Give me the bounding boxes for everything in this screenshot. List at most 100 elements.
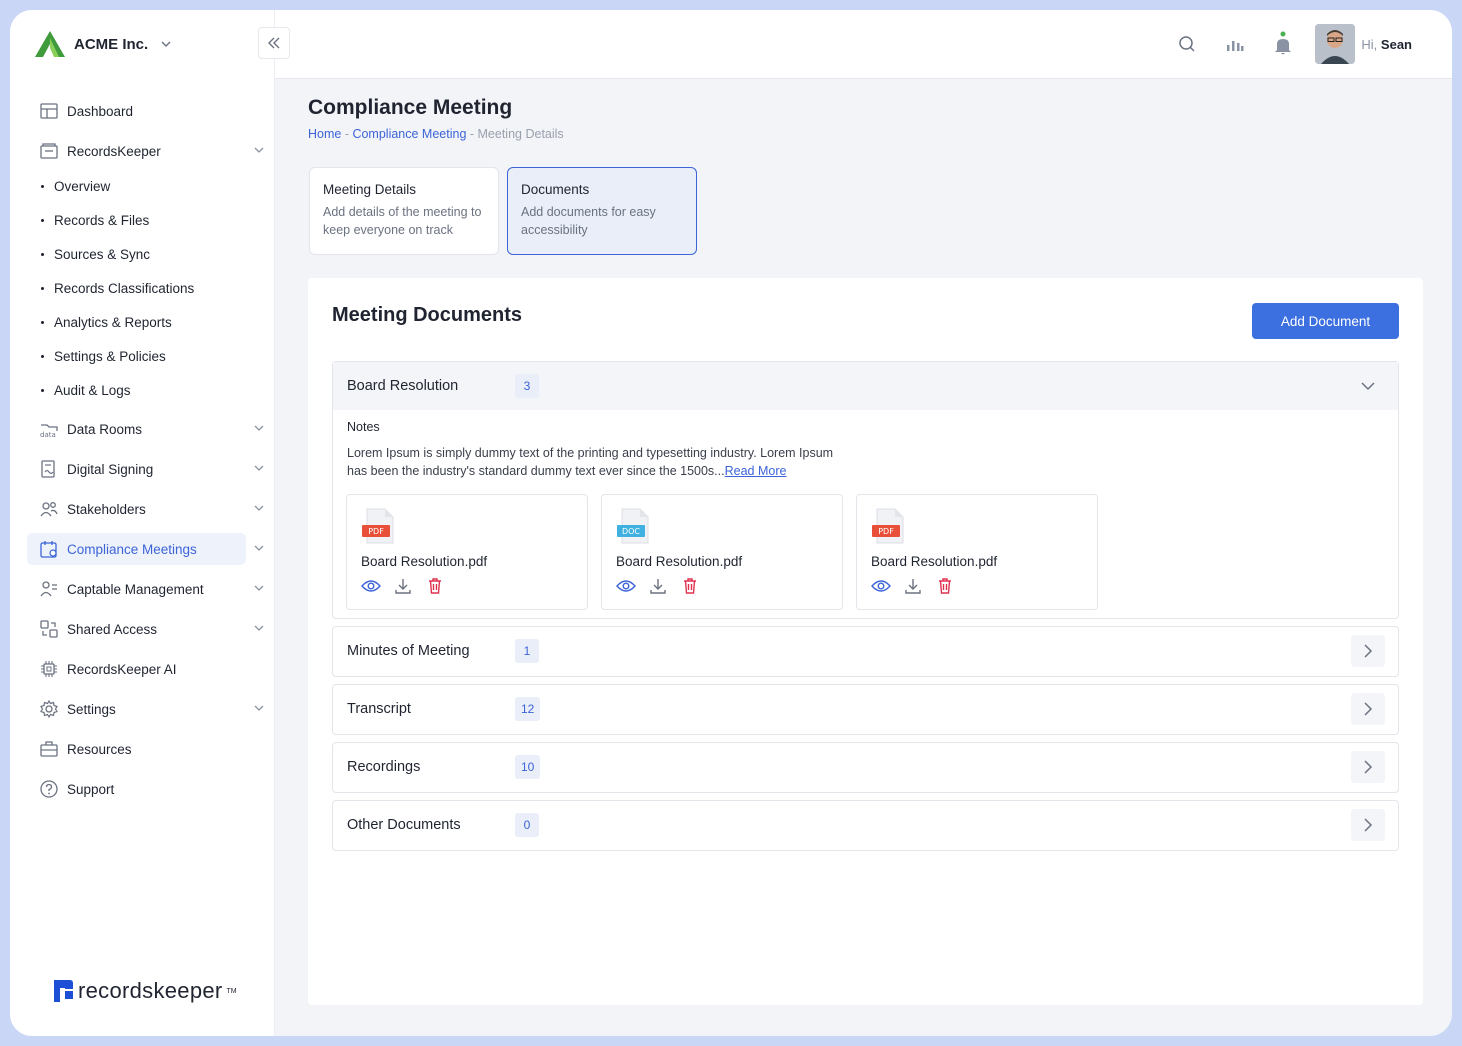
accordion-minutes-of-meeting: Minutes of Meeting 1	[332, 626, 1399, 677]
chevron-down-icon	[254, 425, 264, 431]
sidebar-item-data-rooms[interactable]: data Data Rooms	[27, 413, 264, 445]
step-documents[interactable]: Documents Add documents for easy accessi…	[507, 167, 697, 255]
read-more-link[interactable]: Read More	[725, 464, 787, 478]
search-button[interactable]	[1167, 24, 1207, 64]
eye-icon	[871, 580, 891, 592]
eye-icon	[361, 580, 381, 592]
breadcrumb-separator: -	[466, 127, 478, 141]
view-button[interactable]	[361, 577, 381, 595]
subnav-label: Records & Files	[54, 212, 150, 228]
file-card[interactable]: PDF Board Resolution.pdf	[346, 494, 588, 610]
view-button[interactable]	[871, 577, 891, 595]
file-type-label: PDF	[878, 527, 894, 536]
bullet	[41, 184, 44, 188]
accordion-header[interactable]: Board Resolution 3	[333, 362, 1398, 410]
users-icon	[39, 499, 59, 519]
sidebar-item-resources[interactable]: Resources	[27, 733, 263, 765]
file-card[interactable]: DOC Board Resolution.pdf	[601, 494, 843, 610]
sidebar-item-label: RecordsKeeper	[67, 143, 161, 159]
delete-button[interactable]	[680, 577, 700, 595]
org-switcher[interactable]: ACME Inc.	[34, 30, 172, 58]
expand-button[interactable]	[1351, 751, 1385, 783]
download-button[interactable]	[393, 577, 413, 595]
accordion-title: Board Resolution	[347, 378, 459, 394]
collapse-sidebar-button[interactable]	[258, 27, 290, 59]
subnav-item-records-files[interactable]: Records & Files	[41, 203, 263, 237]
acme-logo-icon	[35, 31, 65, 57]
subnav-item-settings-policies[interactable]: Settings & Policies	[41, 339, 263, 373]
org-name: ACME Inc.	[74, 35, 149, 53]
sidebar-item-recordskeeper[interactable]: RecordsKeeper	[27, 135, 264, 167]
file-list: PDF Board Resolution.pdf DOC Board Resol…	[346, 494, 1398, 610]
step-meeting-details[interactable]: Meeting Details Add details of the meeti…	[309, 167, 499, 255]
step-description: Add documents for easy accessibility	[521, 205, 656, 237]
sidebar-item-captable-management[interactable]: Captable Management	[27, 573, 264, 605]
recordskeeper-logo: recordskeeper TM	[52, 978, 237, 1004]
file-card[interactable]: PDF Board Resolution.pdf	[856, 494, 1098, 610]
avatar[interactable]	[1315, 24, 1356, 64]
sidebar-item-label: Shared Access	[67, 621, 158, 637]
sidebar-item-label: Digital Signing	[67, 461, 154, 477]
app-frame: ACME Inc. Dashboard RecordsKeeper Overvi…	[10, 10, 1452, 1036]
analytics-button[interactable]	[1215, 24, 1255, 64]
subnav-label: Audit & Logs	[54, 382, 131, 398]
bullet	[41, 218, 44, 222]
bullet	[41, 286, 44, 290]
subnav-item-overview[interactable]: Overview	[41, 169, 263, 203]
download-button[interactable]	[903, 577, 923, 595]
trash-icon	[939, 578, 951, 594]
sidebar-item-label: Data Rooms	[67, 421, 143, 437]
subnav-item-audit-logs[interactable]: Audit & Logs	[41, 373, 263, 407]
subnav-item-analytics-reports[interactable]: Analytics & Reports	[41, 305, 263, 339]
sidebar-item-settings[interactable]: Settings	[27, 693, 264, 725]
expand-button[interactable]	[1351, 635, 1385, 667]
subnav-label: Sources & Sync	[54, 246, 151, 262]
file-type-label: PDF	[368, 527, 384, 536]
subnav-item-sources-sync[interactable]: Sources & Sync	[41, 237, 263, 271]
accordion-header[interactable]: Recordings 10	[333, 743, 1398, 791]
eye-icon	[616, 580, 636, 592]
expand-button[interactable]	[1351, 693, 1385, 725]
accordion-header[interactable]: Other Documents 0	[333, 801, 1398, 849]
chevron-right-icon	[1364, 644, 1373, 658]
sidebar-item-label: Captable Management	[67, 581, 204, 597]
briefcase-icon	[39, 739, 59, 759]
view-button[interactable]	[616, 577, 636, 595]
subnav-item-records-classifications[interactable]: Records Classifications	[41, 271, 263, 305]
sidebar-item-dashboard[interactable]: Dashboard	[27, 95, 263, 127]
accordion-header[interactable]: Transcript 12	[333, 685, 1398, 733]
breadcrumb-home[interactable]: Home	[308, 127, 341, 141]
file-actions	[616, 577, 828, 595]
breadcrumb-compliance-meeting[interactable]: Compliance Meeting	[352, 127, 466, 141]
user-greeting: Hi, Sean	[1361, 37, 1412, 52]
expand-button[interactable]	[1351, 809, 1385, 841]
chevron-right-icon	[1364, 702, 1373, 716]
file-name: Board Resolution.pdf	[361, 554, 488, 569]
download-icon	[905, 579, 921, 594]
file-actions	[361, 577, 573, 595]
meeting-documents-card: Meeting Documents Add Document Board Res…	[308, 278, 1423, 1005]
accordion-header[interactable]: Minutes of Meeting 1	[333, 627, 1398, 675]
sidebar-item-shared-access[interactable]: Shared Access	[27, 613, 264, 645]
accordion-transcript: Transcript 12	[332, 684, 1399, 735]
double-chevron-left-icon	[268, 37, 280, 49]
sidebar-item-recordskeeper-ai[interactable]: RecordsKeeper AI	[27, 653, 263, 685]
sidebar-item-support[interactable]: Support	[27, 773, 263, 805]
trash-icon	[429, 578, 441, 594]
accordion-recordings: Recordings 10	[332, 742, 1399, 793]
breadcrumb-separator: -	[341, 127, 353, 141]
notifications-button[interactable]	[1263, 24, 1303, 64]
delete-button[interactable]	[425, 577, 445, 595]
bullet	[41, 354, 44, 358]
delete-button[interactable]	[935, 577, 955, 595]
count-badge: 12	[515, 697, 541, 721]
add-document-button[interactable]: Add Document	[1252, 303, 1399, 339]
collapse-button[interactable]	[1351, 370, 1385, 402]
sidebar-item-stakeholders[interactable]: Stakeholders	[27, 493, 264, 525]
calendar-icon	[39, 539, 59, 559]
sidebar-item-label: Stakeholders	[67, 501, 146, 517]
sidebar-item-compliance-meetings[interactable]: Compliance Meetings	[27, 533, 264, 565]
download-button[interactable]	[648, 577, 668, 595]
chevron-down-icon	[254, 625, 264, 631]
sidebar-item-digital-signing[interactable]: Digital Signing	[27, 453, 264, 485]
